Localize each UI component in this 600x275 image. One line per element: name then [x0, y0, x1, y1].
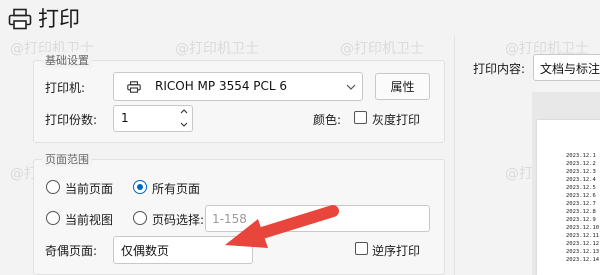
- chevron-down-icon: [346, 84, 356, 90]
- preview-line: 2023.12.8: [566, 209, 596, 215]
- preview-line: 2023.12.11: [566, 233, 600, 239]
- properties-button[interactable]: 属性: [375, 73, 430, 100]
- preview-line: 2023.12.5: [566, 185, 596, 191]
- current-page-radio[interactable]: [46, 180, 60, 194]
- color-label: 颜色:: [313, 113, 342, 127]
- copies-label: 打印份数:: [45, 113, 98, 127]
- all-pages-label[interactable]: 所有页面: [152, 180, 200, 197]
- printer-icon: [8, 8, 32, 30]
- preview-line: 2023.12.14: [566, 257, 600, 263]
- print-content-value: 文档与标注: [540, 62, 600, 76]
- basic-settings-legend: 基础设置: [42, 52, 92, 68]
- current-view-label[interactable]: 当前视图: [65, 211, 113, 228]
- printer-label: 打印机:: [45, 81, 86, 95]
- preview-line: 2023.12.2: [566, 161, 596, 167]
- preview-line: 2023.12.12: [566, 241, 600, 247]
- panel-divider: [454, 36, 455, 275]
- reverse-checkbox[interactable]: [355, 242, 368, 255]
- watermark: @打印机卫士: [175, 41, 259, 57]
- page-select-radio[interactable]: [133, 211, 147, 225]
- page-select-label[interactable]: 页码选择:: [152, 211, 204, 228]
- reverse-label[interactable]: 逆序打印: [372, 242, 420, 259]
- preview-line: 2023.12.1: [566, 153, 596, 159]
- page-range-legend: 页面范围: [42, 151, 92, 167]
- preview-line: 2023.12.4: [566, 177, 596, 183]
- preview-line: 2023.12.13: [566, 249, 600, 255]
- page-select-placeholder: 1-158: [212, 212, 247, 226]
- watermark: @打印机卫士: [340, 41, 424, 57]
- grayscale-label[interactable]: 灰度打印: [372, 111, 420, 128]
- odd-even-value: 仅偶数页: [121, 244, 170, 258]
- dialog-title: 打印: [38, 7, 80, 31]
- printer-select-value: RICOH MP 3554 PCL 6: [155, 79, 288, 93]
- grayscale-checkbox[interactable]: [354, 111, 367, 124]
- preview-line: 2023.12.9: [566, 217, 596, 223]
- copies-value: 1: [121, 111, 129, 125]
- preview-line: 2023.12.10: [566, 225, 600, 231]
- print-content-label: 打印内容:: [473, 62, 526, 76]
- printer-small-icon: [127, 81, 141, 93]
- current-view-radio[interactable]: [46, 211, 60, 225]
- preview-line: 2023.12.7: [566, 201, 596, 207]
- stepper-up-icon[interactable]: [180, 109, 188, 114]
- all-pages-radio[interactable]: [133, 180, 147, 194]
- current-page-label[interactable]: 当前页面: [65, 180, 113, 197]
- preview-line: 2023.12.6: [566, 193, 596, 199]
- preview-line: 2023.12.3: [566, 169, 596, 175]
- odd-even-label: 奇偶页面:: [45, 244, 98, 258]
- stepper-down-icon[interactable]: [180, 122, 188, 127]
